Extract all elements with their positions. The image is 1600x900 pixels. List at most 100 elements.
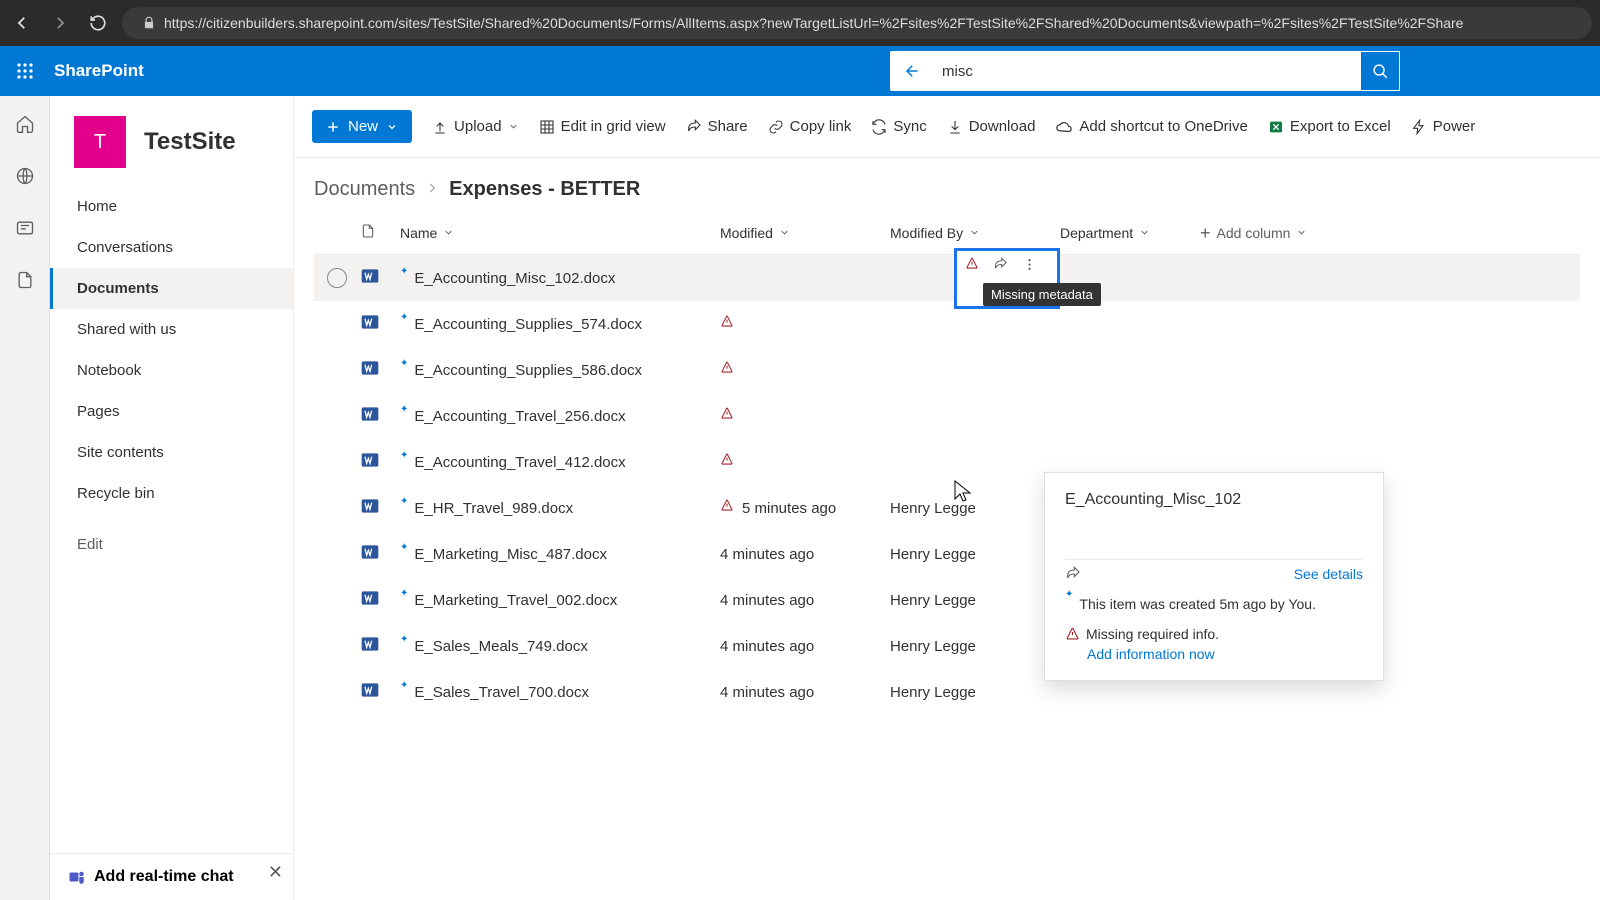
modifiedby-cell[interactable]: Henry Legge	[890, 592, 1060, 609]
new-button[interactable]: New	[312, 110, 412, 143]
nav-item-pages[interactable]: Pages	[50, 391, 293, 432]
nav-item-notebook[interactable]: Notebook	[50, 350, 293, 391]
modified-text: 4 minutes ago	[720, 638, 814, 655]
table-row[interactable]: ✦ E_Sales_Travel_700.docx 4 minutes ago …	[314, 669, 1580, 715]
chevron-down-icon	[443, 227, 454, 238]
file-name-cell[interactable]: ✦ E_Sales_Travel_700.docx	[400, 684, 720, 701]
table-row[interactable]: ✦ E_Sales_Meals_749.docx 4 minutes ago H…	[314, 623, 1580, 669]
row-select[interactable]	[314, 268, 360, 288]
attention-icon[interactable]	[720, 315, 734, 333]
browser-back-button[interactable]	[8, 9, 36, 37]
modified-cell	[720, 453, 890, 471]
table-row[interactable]: ✦ E_Accounting_Supplies_574.docx	[314, 301, 1580, 347]
file-name-cell[interactable]: ✦ E_HR_Travel_989.docx	[400, 500, 720, 517]
modifiedby-cell[interactable]: Henry Legge	[890, 638, 1060, 655]
modifiedby-cell[interactable]: Henry Legge	[890, 500, 1060, 517]
nav-item-recyclebin[interactable]: Recycle bin	[50, 473, 293, 514]
filetype-column-header[interactable]	[360, 223, 400, 242]
file-name-cell[interactable]: ✦ E_Accounting_Misc_102.docx	[400, 270, 720, 287]
news-icon[interactable]	[13, 216, 37, 240]
modifiedby-cell[interactable]: Henry Legge	[890, 546, 1060, 563]
shortcut-button[interactable]: Add shortcut to OneDrive	[1055, 118, 1247, 136]
search-input[interactable]	[930, 51, 1360, 91]
new-indicator-icon: ✦	[400, 359, 408, 369]
attention-icon[interactable]	[720, 361, 734, 379]
file-name-cell[interactable]: ✦ E_Accounting_Travel_412.docx	[400, 454, 720, 471]
nav-item-conversations[interactable]: Conversations	[50, 227, 293, 268]
share-icon	[686, 119, 702, 135]
files-icon[interactable]	[13, 268, 37, 292]
download-button[interactable]: Download	[947, 118, 1036, 135]
browser-forward-button[interactable]	[46, 9, 74, 37]
edit-grid-button[interactable]: Edit in grid view	[539, 118, 666, 135]
nav-list: Home Conversations Documents Shared with…	[50, 180, 293, 565]
chevron-down-icon	[508, 121, 519, 132]
word-icon	[360, 680, 400, 704]
copylink-button[interactable]: Copy link	[768, 118, 852, 135]
modified-column-label: Modified	[720, 225, 773, 241]
chat-prompt[interactable]: Add real-time chat ✕	[50, 853, 293, 900]
share-icon[interactable]	[1065, 566, 1081, 582]
more-icon[interactable]	[1022, 257, 1037, 276]
attention-icon[interactable]	[720, 499, 734, 517]
breadcrumb-root[interactable]: Documents	[314, 178, 415, 201]
table-row[interactable]: ✦ E_HR_Travel_989.docx 5 minutes ago Hen…	[314, 485, 1580, 531]
attention-icon[interactable]	[720, 407, 734, 425]
site-logo[interactable]: T	[74, 116, 126, 168]
word-icon	[360, 358, 400, 382]
nav-item-home[interactable]: Home	[50, 186, 293, 227]
home-icon[interactable]	[13, 112, 37, 136]
table-row[interactable]: ✦ E_Accounting_Misc_102.docx Missing met…	[314, 255, 1580, 301]
attention-icon[interactable]	[965, 257, 979, 275]
nav-item-edit[interactable]: Edit	[50, 524, 293, 565]
file-name-cell[interactable]: ✦ E_Sales_Meals_749.docx	[400, 638, 720, 655]
modified-column-header[interactable]: Modified	[720, 225, 890, 241]
file-name-cell[interactable]: ✦ E_Marketing_Travel_002.docx	[400, 592, 720, 609]
share-button[interactable]: Share	[686, 118, 748, 135]
nav-item-documents[interactable]: Documents	[50, 268, 293, 309]
table-row[interactable]: ✦ E_Accounting_Supplies_586.docx	[314, 347, 1580, 393]
word-icon	[360, 634, 400, 658]
power-button[interactable]: Power	[1411, 118, 1476, 135]
sync-button[interactable]: Sync	[871, 118, 926, 135]
table-row[interactable]: ✦ E_Marketing_Misc_487.docx 4 minutes ag…	[314, 531, 1580, 577]
brand-label[interactable]: SharePoint	[50, 61, 144, 81]
app-launcher-button[interactable]	[0, 46, 50, 96]
word-icon	[360, 496, 400, 520]
browser-reload-button[interactable]	[84, 9, 112, 37]
department-column-header[interactable]: Department	[1060, 225, 1200, 241]
chat-prompt-close[interactable]: ✕	[268, 862, 283, 883]
file-name-cell[interactable]: ✦ E_Accounting_Travel_256.docx	[400, 408, 720, 425]
file-name-cell[interactable]: ✦ E_Marketing_Misc_487.docx	[400, 546, 720, 563]
sync-icon	[871, 119, 887, 135]
file-name-cell[interactable]: ✦ E_Accounting_Supplies_586.docx	[400, 362, 720, 379]
site-title[interactable]: TestSite	[144, 128, 236, 156]
add-info-now-link[interactable]: Add information now	[1065, 642, 1363, 662]
chat-prompt-label: Add real-time chat	[94, 868, 234, 886]
export-button[interactable]: Export to Excel	[1268, 118, 1391, 135]
globe-icon[interactable]	[13, 164, 37, 188]
attention-icon[interactable]	[720, 453, 734, 471]
app-rail	[0, 96, 50, 900]
word-icon	[360, 312, 400, 336]
nav-item-shared[interactable]: Shared with us	[50, 309, 293, 350]
flow-icon	[1411, 119, 1427, 135]
table-row[interactable]: ✦ E_Marketing_Travel_002.docx 4 minutes …	[314, 577, 1580, 623]
power-label: Power	[1433, 118, 1476, 135]
table-row[interactable]: ✦ E_Accounting_Travel_412.docx	[314, 439, 1580, 485]
table-row[interactable]: ✦ E_Accounting_Travel_256.docx	[314, 393, 1580, 439]
name-column-header[interactable]: Name	[400, 225, 720, 241]
modifiedby-column-header[interactable]: Modified By	[890, 225, 1060, 241]
upload-button[interactable]: Upload	[432, 118, 519, 135]
search-back-button[interactable]	[890, 51, 930, 91]
share-icon[interactable]	[993, 257, 1008, 276]
file-table: Name Modified Modified By Department +Ad…	[294, 211, 1600, 715]
nav-item-sitecontents[interactable]: Site contents	[50, 432, 293, 473]
grid-icon	[539, 119, 555, 135]
add-column-button[interactable]: +Add column	[1200, 224, 1350, 242]
file-name-cell[interactable]: ✦ E_Accounting_Supplies_574.docx	[400, 316, 720, 333]
modifiedby-cell[interactable]: Henry Legge	[890, 684, 1060, 701]
search-submit-button[interactable]	[1360, 51, 1400, 91]
browser-url-bar[interactable]: https://citizenbuilders.sharepoint.com/s…	[122, 7, 1592, 39]
see-details-link[interactable]: See details	[1294, 566, 1363, 582]
